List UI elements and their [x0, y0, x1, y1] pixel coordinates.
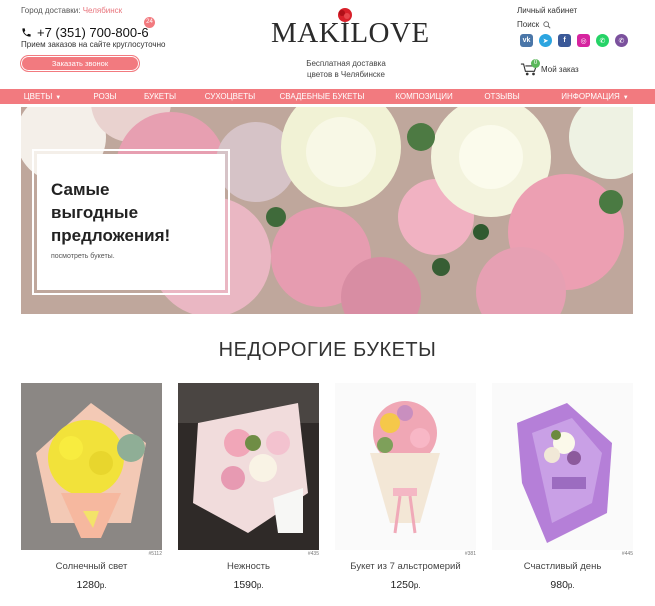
product-image[interactable] — [178, 383, 319, 550]
account-link[interactable]: Личный кабинет — [517, 6, 577, 15]
promo-title: Самые выгодные предложения! — [51, 180, 171, 245]
product-price: 1280р. — [76, 579, 107, 591]
product-card[interactable]: #445 Счастливый день 980р. — [492, 383, 633, 591]
cart-label: Мой заказ — [541, 65, 579, 74]
main-nav: ЦВЕТЫ ▼ РОЗЫ БУКЕТЫ СУХОЦВЕТЫ СВАДЕБНЫЕ Б… — [0, 89, 655, 104]
product-card[interactable]: #435 Нежность 1590р. — [178, 383, 319, 591]
vk-icon[interactable]: vk — [520, 34, 533, 47]
product-sku: #445 — [621, 551, 633, 557]
search-label: Поиск — [517, 20, 540, 29]
delivery-label: Город доставки: — [21, 6, 81, 15]
product-card[interactable]: #5112 Солнечный свет 1280р. — [21, 383, 162, 591]
site-header: Город доставки: Челябинск +7 (351) 700-8… — [0, 0, 655, 88]
product-price: 980р. — [550, 579, 575, 591]
delivery-city: Город доставки: Челябинск — [21, 6, 122, 15]
phone-number[interactable]: +7 (351) 700-800-6 — [21, 25, 149, 40]
product-price: 1250р. — [390, 579, 421, 591]
product-card[interactable]: #381 Букет из 7 альстромерий 1250р. — [335, 383, 476, 591]
hero-banner[interactable]: Самые выгодные предложения! посмотреть б… — [21, 107, 633, 314]
product-image[interactable] — [492, 383, 633, 550]
nav-item-reviews[interactable]: ОТЗЫВЫ — [469, 89, 535, 104]
section-title: НЕДОРОГИЕ БУКЕТЫ — [218, 339, 437, 361]
promo-box[interactable]: Самые выгодные предложения! посмотреть б… — [32, 149, 230, 295]
nav-item-flowers[interactable]: ЦВЕТЫ ▼ — [0, 89, 85, 104]
product-name[interactable]: Букет из 7 альстромерий — [335, 561, 476, 572]
product-sku: #5112 — [148, 551, 162, 557]
facebook-icon[interactable]: f — [558, 34, 571, 47]
phone-icon — [22, 28, 31, 37]
whatsapp-icon[interactable]: ✆ — [596, 34, 609, 47]
product-name[interactable]: Нежность — [178, 561, 319, 572]
phone-note: Прием заказов на сайте круглосуточно — [21, 40, 166, 49]
search-icon — [543, 20, 551, 28]
instagram-icon[interactable]: ◎ — [577, 34, 590, 47]
search-link[interactable]: Поиск — [517, 20, 551, 29]
chevron-down-icon: ▼ — [55, 95, 62, 101]
phone-24h-badge: 24 — [144, 17, 155, 28]
product-sku: #381 — [464, 551, 476, 557]
nav-item-wedding-bouquets[interactable]: СВАДЕБНЫЕ БУКЕТЫ — [265, 89, 379, 104]
cart-link[interactable]: 0 Мой заказ — [520, 59, 579, 77]
product-name[interactable]: Солнечный свет — [21, 561, 162, 572]
nav-item-dried-flowers[interactable]: СУХОЦВЕТЫ — [195, 89, 265, 104]
telegram-icon[interactable]: ➤ — [539, 34, 552, 47]
product-name[interactable]: Счастливый день — [492, 561, 633, 572]
chevron-down-icon: ▼ — [622, 95, 629, 101]
phone-text: +7 (351) 700-800-6 — [37, 25, 149, 40]
product-image[interactable] — [335, 383, 476, 550]
product-grid: #5112 Солнечный свет 1280р. #435 Нежност… — [21, 383, 633, 598]
viber-icon[interactable]: ✆ — [615, 34, 628, 47]
view-bouquets-link[interactable]: посмотреть букеты. — [51, 253, 213, 260]
nav-item-bouquets[interactable]: БУКЕТЫ — [125, 89, 195, 104]
nav-item-information[interactable]: ИНФОРМАЦИЯ ▼ — [535, 89, 655, 104]
product-sku: #435 — [307, 551, 319, 557]
cart-count-badge: 0 — [531, 59, 540, 68]
social-links: vk ➤ f ◎ ✆ ✆ — [520, 34, 628, 47]
product-price: 1590р. — [233, 579, 264, 591]
product-image[interactable] — [21, 383, 162, 550]
site-logo[interactable]: MAKILOVE — [271, 17, 430, 50]
nav-item-compositions[interactable]: КОМПОЗИЦИИ — [379, 89, 469, 104]
callback-button[interactable]: Заказать звонок — [20, 55, 140, 72]
nav-item-roses[interactable]: РОЗЫ — [85, 89, 125, 104]
delivery-city-link[interactable]: Челябинск — [83, 6, 122, 15]
tagline: Бесплатная доставка цветов в Челябинске — [306, 59, 386, 79]
